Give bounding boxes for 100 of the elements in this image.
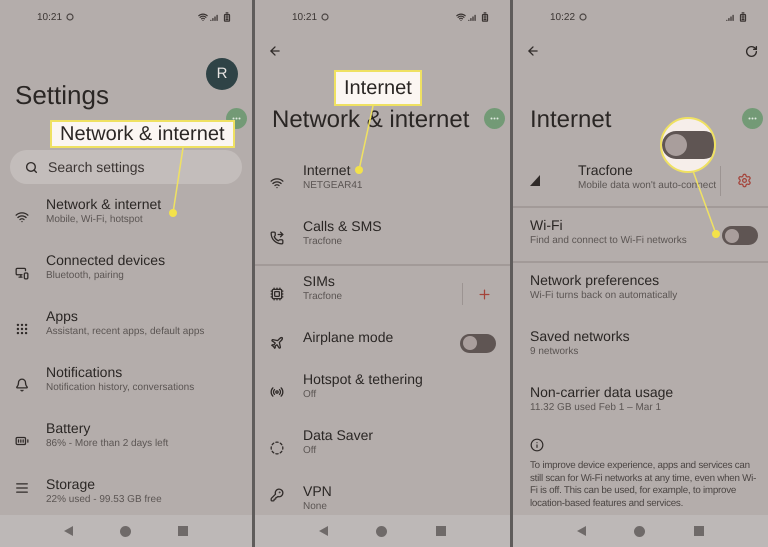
item-title: Hotspot & tethering [303, 370, 424, 388]
settings-item[interactable]: Internet NETGEAR41 [255, 155, 510, 211]
signal-status-icon [210, 12, 220, 22]
item-subtitle: Mobile, Wi-Fi, hotspot [46, 213, 144, 227]
grid-icon [15, 322, 29, 336]
item-subtitle: NETGEAR41 [303, 179, 364, 193]
wifi-status-icon [456, 12, 466, 22]
wifi-icon [15, 210, 29, 224]
settings-item[interactable]: Storage 22% used - 99.53 GB free [0, 469, 252, 507]
search-icon [25, 160, 38, 174]
item-title: Data Saver [303, 426, 374, 444]
settings-item[interactable]: VPN None [255, 476, 510, 514]
refresh-icon[interactable] [745, 44, 758, 58]
status-time: 10:21 [37, 10, 62, 24]
settings-item[interactable]: Non-carrier data usage 11.32 GB used Feb 1 – Mar 1 [513, 377, 768, 433]
settings-item[interactable]: Notifications Notification history, conversations [0, 357, 252, 413]
bell-icon [15, 378, 29, 392]
back-nav-icon[interactable] [577, 526, 586, 536]
back-nav-icon[interactable] [64, 526, 73, 536]
settings-item[interactable]: Airplane mode [255, 322, 510, 364]
sim-card-icon [270, 287, 284, 301]
airplane-icon [270, 336, 284, 350]
signal-icon [530, 175, 542, 186]
avatar[interactable]: R [206, 58, 238, 90]
item-subtitle: Notification history, conversations [46, 381, 196, 395]
toggle-switch[interactable] [460, 334, 496, 352]
item-subtitle: Tracfone [303, 290, 344, 304]
item-title: SIMs [303, 272, 336, 290]
home-nav-icon[interactable] [634, 526, 646, 536]
status-icon [66, 13, 74, 21]
wifi-icon [270, 176, 284, 190]
settings-item[interactable]: Network & internet Mobile, Wi-Fi, hotspot [0, 189, 252, 245]
callout-label: Network & internet [50, 120, 235, 148]
status-time: 10:22 [550, 10, 576, 24]
more-button[interactable] [484, 108, 505, 129]
item-title: VPN [303, 482, 333, 500]
search-input[interactable]: Search settings [48, 156, 228, 178]
item-title: Network preferences [530, 271, 660, 289]
battery-status-icon [480, 12, 490, 22]
hotspot-icon [270, 385, 284, 399]
battery-status-icon [222, 12, 232, 22]
settings-item[interactable]: Battery 86% - More than 2 days left [0, 413, 252, 469]
item-subtitle: Assistant, recent apps, default apps [46, 325, 206, 339]
dots-icon [490, 117, 499, 120]
item-subtitle: Off [303, 444, 318, 458]
signal-status-icon [468, 12, 478, 22]
item-subtitle: 11.32 GB used Feb 1 – Mar 1 [530, 401, 662, 415]
settings-item[interactable]: Data Saver Off [255, 420, 510, 476]
battery-icon [15, 434, 29, 448]
status-icon [321, 13, 330, 21]
dots-icon [748, 117, 757, 120]
item-subtitle: 22% used - 99.53 GB free [46, 493, 163, 507]
item-subtitle: Find and connect to Wi-Fi networks [530, 234, 688, 248]
toggle-switch[interactable] [662, 131, 714, 159]
settings-item[interactable]: Wi-Fi Find and connect to Wi-Fi networks [513, 210, 768, 263]
settings-item[interactable]: Saved networks 9 networks [513, 321, 768, 377]
dots-icon [232, 117, 241, 120]
item-title: Connected devices [46, 251, 166, 269]
settings-item[interactable]: Apps Assistant, recent apps, default apps [0, 301, 252, 357]
settings-item[interactable]: Connected devices Bluetooth, pairing [0, 245, 252, 301]
more-button[interactable] [742, 108, 763, 129]
item-subtitle: Wi-Fi turns back on automatically [530, 289, 678, 303]
callout-label: Internet [334, 70, 422, 106]
signal-status-icon [726, 12, 736, 22]
item-subtitle: 86% - More than 2 days left [46, 437, 170, 451]
settings-item[interactable]: Hotspot & tethering Off [255, 364, 510, 420]
item-title: Network & internet [46, 195, 162, 213]
recents-nav-icon[interactable] [694, 526, 704, 536]
item-title: Battery [46, 419, 92, 437]
item-title: Apps [46, 307, 79, 325]
back-nav-icon[interactable] [319, 526, 328, 536]
data-saver-icon [270, 441, 284, 455]
home-nav-icon[interactable] [376, 526, 388, 536]
back-icon[interactable] [268, 44, 282, 58]
home-nav-icon[interactable] [120, 526, 131, 536]
phone-icon [270, 230, 284, 244]
wifi-status-icon [198, 12, 208, 22]
settings-item[interactable]: Network preferences Wi-Fi turns back on automatically [513, 265, 768, 321]
item-title: Internet [303, 161, 352, 179]
item-title: Airplane mode [303, 328, 394, 346]
info-icon [530, 438, 544, 452]
item-subtitle: Off [303, 388, 318, 402]
item-title: Tracfone [578, 161, 634, 179]
recents-nav-icon[interactable] [436, 526, 446, 536]
item-title: Calls & SMS [303, 217, 383, 235]
settings-icon[interactable] [737, 173, 752, 188]
key-icon [270, 488, 284, 502]
status-icon [579, 13, 588, 21]
back-icon[interactable] [526, 44, 540, 58]
recents-nav-icon[interactable] [178, 526, 188, 536]
toggle-switch[interactable] [722, 226, 758, 245]
item-title: Saved networks [530, 327, 631, 345]
settings-item[interactable]: SIMs Tracfone [255, 266, 510, 322]
item-title: Non-carrier data usage [530, 383, 674, 401]
item-subtitle: Bluetooth, pairing [46, 269, 125, 283]
search-field[interactable]: Search settings [10, 150, 242, 184]
storage-icon [15, 481, 29, 495]
add-icon[interactable] [477, 286, 492, 302]
item-subtitle: None [303, 500, 328, 514]
item-title: Notifications [46, 363, 124, 381]
